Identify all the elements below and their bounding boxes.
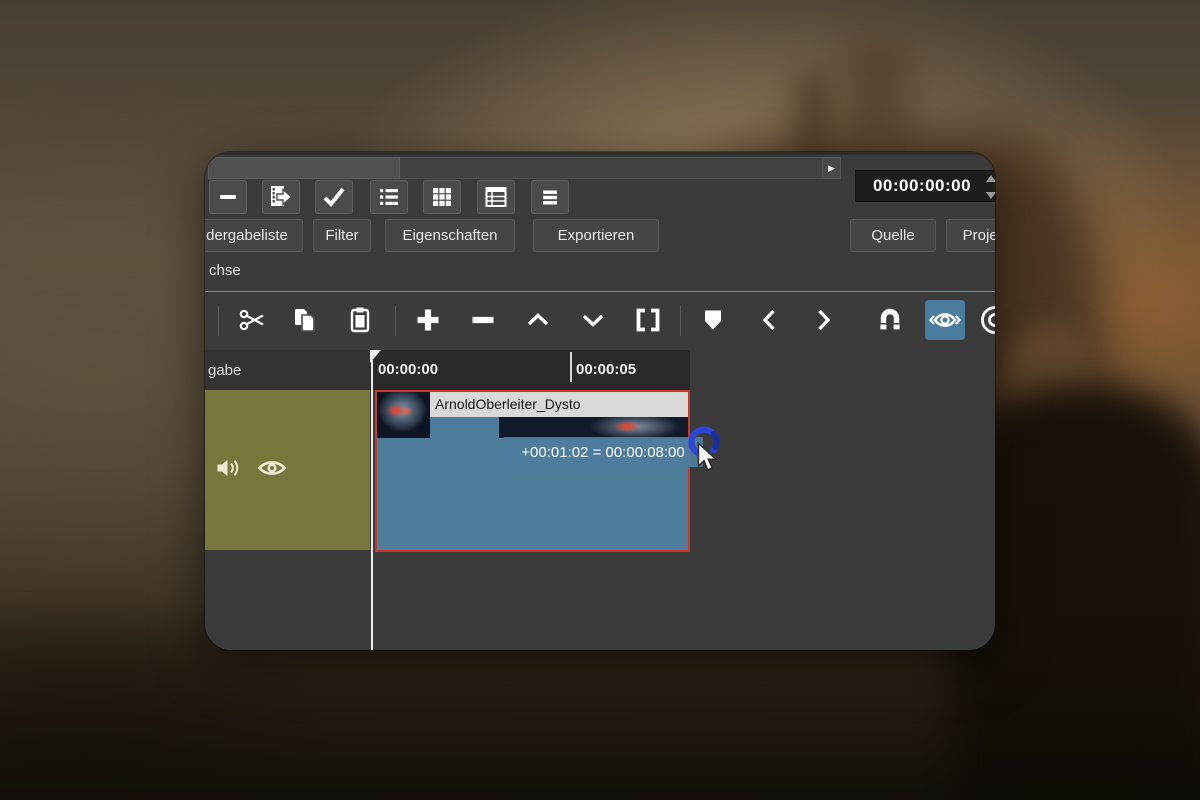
timecode-spinbox[interactable]: 00:00:00:00 bbox=[855, 170, 995, 202]
chevron-up-icon bbox=[527, 313, 549, 326]
timeline-clip[interactable]: ArnoldOberleiter_Dysto bbox=[375, 390, 690, 552]
playlist-add-icon bbox=[271, 186, 293, 207]
mouse-cursor-icon bbox=[697, 442, 718, 471]
plus-icon bbox=[417, 309, 439, 331]
master-track-label: gabe bbox=[208, 361, 242, 379]
tab-wiedergabeliste[interactable]: dergabeliste bbox=[205, 219, 303, 252]
split-brackets-icon bbox=[636, 308, 660, 332]
view-icons-button[interactable] bbox=[477, 180, 515, 214]
marker-icon bbox=[705, 310, 721, 330]
clip-thumbnail bbox=[499, 417, 688, 438]
window-top-edge bbox=[205, 152, 995, 155]
ripple-delete-button[interactable] bbox=[463, 300, 503, 340]
clip-thumbnail bbox=[377, 392, 430, 438]
menu-button[interactable] bbox=[531, 180, 569, 214]
tab-filter[interactable]: Filter bbox=[313, 219, 371, 252]
clipboard-icon bbox=[350, 307, 370, 333]
tab-projekt[interactable]: Projekt bbox=[946, 219, 995, 252]
tab-label: Filter bbox=[325, 227, 359, 244]
toolbar-separator bbox=[680, 306, 681, 336]
timeline-ruler[interactable]: 00:00:00 00:00:05 bbox=[370, 350, 690, 390]
magnet-icon bbox=[880, 308, 900, 330]
grid-view-icon bbox=[433, 188, 451, 206]
minus-icon bbox=[220, 195, 236, 199]
scrollbar-right-arrow-button[interactable]: ▶ bbox=[822, 157, 841, 179]
timecode-value: 00:00:00:00 bbox=[872, 176, 972, 195]
list-view-icon bbox=[380, 189, 398, 205]
tab-exportieren[interactable]: Exportieren bbox=[533, 219, 659, 252]
video-track-header[interactable] bbox=[205, 390, 370, 550]
tab-label: Projekt bbox=[962, 227, 995, 244]
right-arrow-icon: ▶ bbox=[828, 162, 835, 173]
horizontal-scrollbar-handle[interactable] bbox=[208, 157, 400, 179]
trim-tooltip: +00:01:02 = 00:00:08:00 bbox=[503, 437, 703, 467]
speaker-mute-icon[interactable] bbox=[215, 454, 243, 482]
view-details-button[interactable] bbox=[370, 180, 408, 214]
ruler-label-0s: 00:00:00 bbox=[378, 361, 439, 378]
clip-name-label: ArnoldOberleiter_Dysto bbox=[430, 392, 688, 417]
next-marker-button[interactable] bbox=[803, 300, 843, 340]
master-track-header[interactable]: gabe bbox=[205, 350, 370, 390]
timecode-spin-buttons[interactable] bbox=[984, 175, 995, 199]
copy-icon bbox=[295, 309, 315, 332]
target-circles-icon bbox=[981, 306, 995, 334]
tab-label: Quelle bbox=[871, 227, 915, 244]
scrub-eye-icon bbox=[929, 313, 961, 327]
panel-title-underline bbox=[205, 291, 995, 292]
tab-eigenschaften[interactable]: Eigenschaften bbox=[385, 219, 515, 252]
spin-down-icon bbox=[986, 192, 995, 199]
scissors-icon bbox=[239, 309, 264, 331]
chevron-right-icon bbox=[818, 309, 831, 331]
cut-button[interactable] bbox=[233, 300, 273, 340]
playhead-marker[interactable] bbox=[370, 350, 381, 363]
table-view-icon bbox=[485, 187, 507, 207]
playhead-line[interactable] bbox=[371, 350, 373, 650]
background-person-head bbox=[1002, 322, 1098, 426]
toolbar-separator bbox=[218, 306, 219, 336]
remove-button[interactable] bbox=[209, 180, 247, 214]
tab-label: Eigenschaften bbox=[402, 227, 498, 244]
copy-button[interactable] bbox=[285, 300, 325, 340]
center-playhead-button[interactable] bbox=[975, 300, 995, 340]
overwrite-button[interactable] bbox=[573, 300, 613, 340]
add-to-timeline-button[interactable] bbox=[262, 180, 300, 214]
marker-button[interactable] bbox=[693, 300, 733, 340]
checkmark-icon bbox=[323, 187, 345, 207]
video-editor-window: ▶ dergabeliste Filter Eigenschaften Expo… bbox=[205, 152, 995, 650]
lift-button[interactable] bbox=[518, 300, 558, 340]
chevron-left-icon bbox=[762, 309, 775, 331]
split-button[interactable] bbox=[628, 300, 668, 340]
update-button[interactable] bbox=[315, 180, 353, 214]
view-tiles-button[interactable] bbox=[423, 180, 461, 214]
chevron-down-icon bbox=[582, 314, 604, 327]
hamburger-menu-icon bbox=[543, 190, 557, 205]
tab-quelle[interactable]: Quelle bbox=[850, 219, 936, 252]
toolbar-separator bbox=[395, 306, 396, 336]
tab-label: Exportieren bbox=[557, 227, 635, 244]
minus-icon bbox=[472, 316, 494, 324]
append-button[interactable] bbox=[408, 300, 448, 340]
spin-up-icon bbox=[986, 175, 995, 182]
track-hide-eye-icon[interactable] bbox=[257, 454, 287, 482]
ruler-label-5s: 00:00:05 bbox=[576, 361, 637, 378]
ruler-tick-5s bbox=[570, 352, 572, 382]
scrub-while-dragging-button[interactable] bbox=[925, 300, 965, 340]
tab-label: dergabeliste bbox=[206, 227, 288, 244]
timeline-panel-title: chse bbox=[209, 262, 241, 279]
snap-button[interactable] bbox=[870, 300, 910, 340]
paste-button[interactable] bbox=[340, 300, 380, 340]
previous-marker-button[interactable] bbox=[750, 300, 790, 340]
